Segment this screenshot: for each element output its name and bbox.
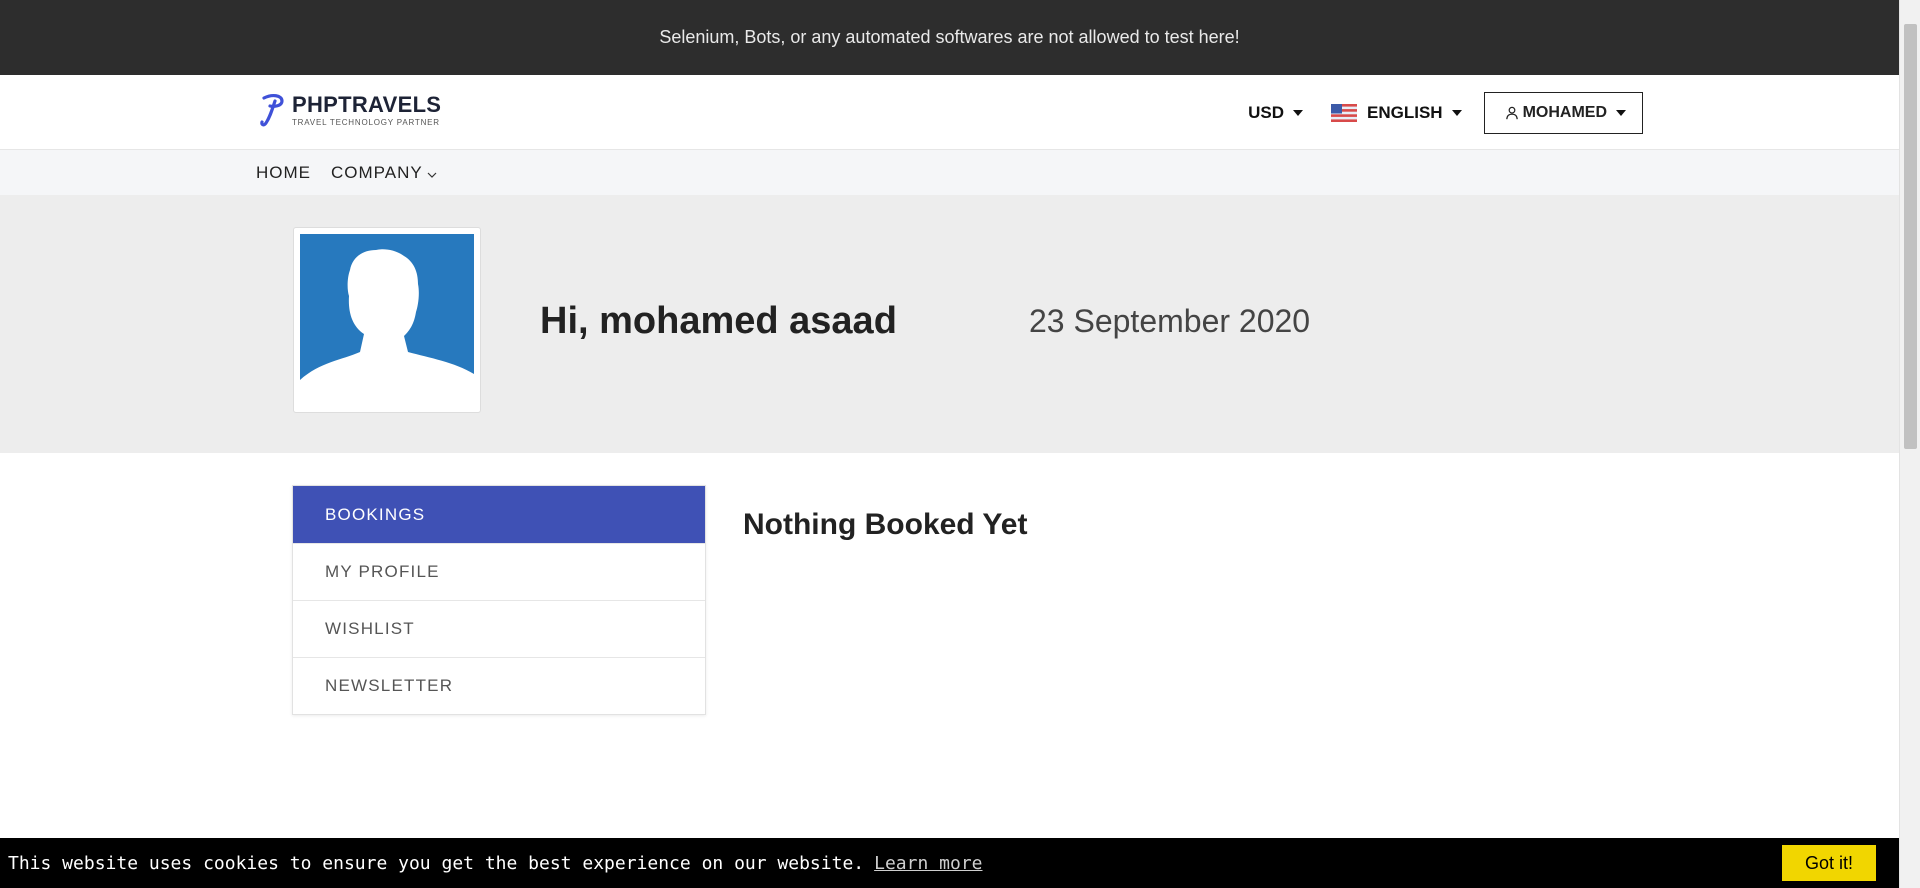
user-name-label: MOHAMED [1522,104,1607,121]
us-flag-icon [1331,104,1357,122]
caret-down-icon [1451,110,1462,116]
user-account-dropdown[interactable]: MOHAMED [1483,92,1643,134]
user-icon [1505,106,1518,120]
learn-more-link[interactable]: Learn more [874,853,982,874]
nav-item-home[interactable]: HOME [256,163,311,183]
site-logo[interactable]: PHPTRAVELS TRAVEL TECHNOLOGY PARTNER [258,92,441,128]
sidebar-item-label: NEWSLETTER [325,676,454,695]
sidebar-item-wishlist[interactable]: WISHLIST [293,600,705,657]
currency-dropdown[interactable]: USD [1248,103,1303,123]
default-avatar-icon [300,234,474,408]
page-scrollbar[interactable] [1899,0,1920,888]
phptravels-logo-icon [260,94,284,127]
avatar [293,227,481,413]
caret-down-icon [1616,110,1626,116]
sidebar-item-bookings[interactable]: BOOKINGS [293,486,705,543]
announcement-bar: Selenium, Bots, or any automated softwar… [0,0,1899,75]
sidebar-item-label: WISHLIST [325,619,415,638]
nav-item-company[interactable]: COMPANY [331,163,437,183]
sidebar-item-label: MY PROFILE [325,562,440,581]
scrollbar-thumb[interactable] [1904,24,1917,449]
sidebar-item-my-profile[interactable]: MY PROFILE [293,543,705,600]
logo-tagline: TRAVEL TECHNOLOGY PARTNER [292,117,440,127]
nav-item-label: COMPANY [331,162,423,182]
site-header: PHPTRAVELS TRAVEL TECHNOLOGY PARTNER USD… [0,75,1899,150]
greeting-heading: Hi, mohamed asaad [540,300,897,342]
logo-name: PHPTRAVELS [292,91,442,117]
account-sidebar-menu: BOOKINGS MY PROFILE WISHLIST NEWSLETTER [292,485,706,715]
language-label: ENGLISH [1367,103,1443,122]
current-date: 23 September 2020 [1029,303,1311,339]
chevron-down-icon [427,172,437,178]
empty-bookings-message: Nothing Booked Yet [743,508,1028,541]
cookie-consent-banner: This website uses cookies to ensure you … [0,838,1899,888]
nav-item-label: HOME [256,162,311,182]
cookie-message: This website uses cookies to ensure you … [8,852,865,874]
profile-hero: Hi, mohamed asaad 23 September 2020 [0,195,1899,453]
announcement-text: Selenium, Bots, or any automated softwar… [659,27,1240,47]
language-dropdown[interactable]: ENGLISH [1331,103,1462,123]
main-nav: HOME COMPANY [0,150,1899,195]
sidebar-item-newsletter[interactable]: NEWSLETTER [293,657,705,714]
sidebar-item-label: BOOKINGS [325,504,426,524]
caret-down-icon [1293,110,1303,116]
currency-label: USD [1248,103,1284,122]
cookie-accept-button[interactable]: Got it! [1782,845,1876,881]
